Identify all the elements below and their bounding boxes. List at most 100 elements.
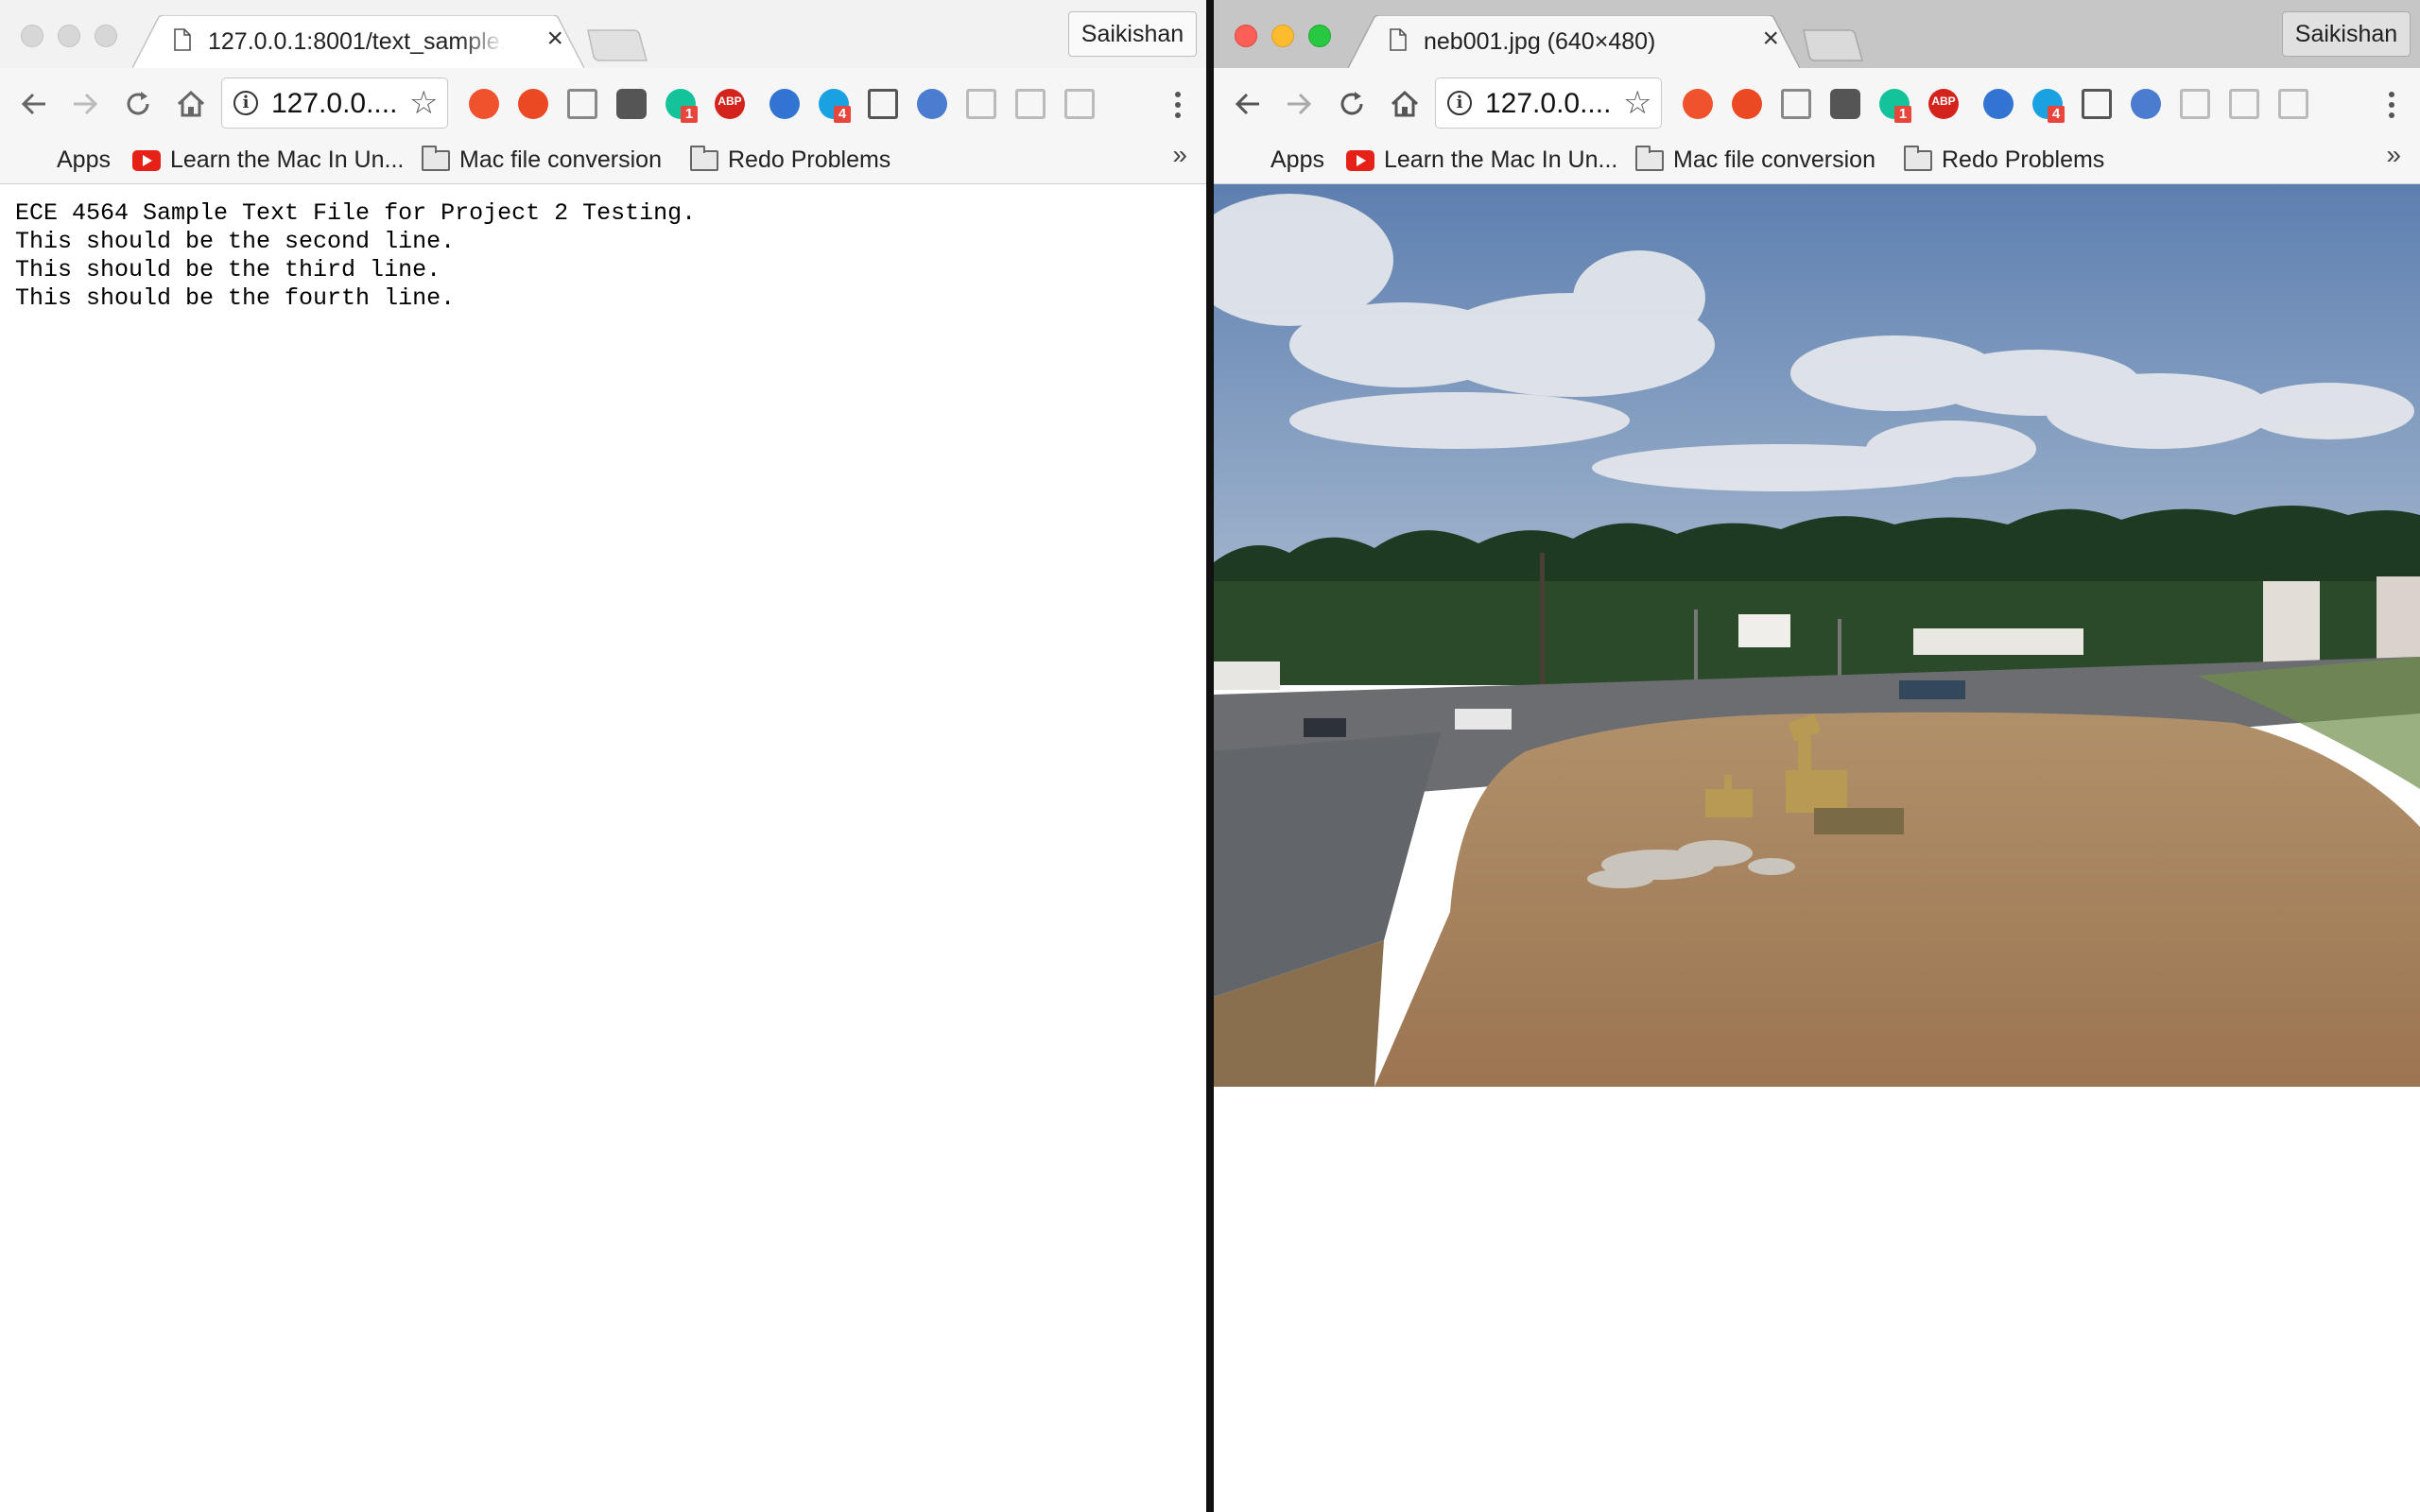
camera-icon[interactable] [966,89,996,119]
bookmark-label: Mac file conversion [1673,146,1876,173]
forward-arrow-icon[interactable] [1282,87,1316,121]
clipper-icon[interactable] [1015,89,1046,119]
close-window-button[interactable] [1235,25,1257,47]
bookmark-label: Redo Problems [728,146,891,173]
tab-manager-icon[interactable]: 4 [2032,89,2065,123]
bookmark-label: Learn the Mac In Un... [1384,146,1618,173]
globe-icon[interactable] [917,89,947,119]
text-line: This should be the fourth line. [15,284,456,312]
bookmark-folder-mac-file-conversion[interactable]: Mac file conversion [1635,142,1876,178]
close-window-button[interactable] [21,25,43,47]
adblock-plus-icon[interactable]: ABP [715,89,745,119]
bookmark-apps[interactable]: Apps [23,142,111,178]
new-tab-button[interactable] [1802,28,1864,62]
youtube-icon [1346,150,1374,172]
bookmark-star-icon[interactable]: ☆ [409,84,438,122]
back-arrow-icon[interactable] [1231,87,1265,121]
evernote-icon[interactable] [2082,89,2112,119]
delicious-icon[interactable] [769,89,800,119]
bookmark-folder-redo-problems[interactable]: Redo Problems [1904,142,2104,178]
back-arrow-icon[interactable] [17,87,51,121]
new-tab-button[interactable] [586,28,648,62]
globe-icon[interactable] [2131,89,2161,119]
tab-title: neb001.jpg (640×480) [1424,28,1656,55]
bookmarks-bar: Apps Learn the Mac In Un... Mac file con… [0,138,1206,184]
bookmark-apps[interactable]: Apps [1236,142,1324,178]
url-text: 127.0.0.... [271,88,398,119]
tab-text-sample[interactable]: 127.0.0.1:8001/text_sample.txt × [132,15,584,68]
construction-site-photo [1214,184,2420,1087]
window-controls [21,25,117,47]
bookmarks-overflow-chevron-icon[interactable]: » [2386,140,2401,170]
apps-grid-icon [23,148,47,173]
minimize-window-button[interactable] [1271,25,1294,47]
stumbleupon-icon[interactable] [518,89,548,119]
address-bar[interactable]: i 127.0.0.... ☆ [221,77,448,129]
text-line: ECE 4564 Sample Text File for Project 2 … [15,199,697,227]
window-controls [1235,25,1331,47]
bookmark-label: Learn the Mac In Un... [170,146,405,173]
gmail-checker-icon[interactable] [1781,89,1811,119]
window-divider [1206,0,1214,1512]
bookmark-label: Apps [57,146,111,173]
bookmark-learn-mac[interactable]: Learn the Mac In Un... [1346,142,1617,178]
camera-icon[interactable] [2180,89,2210,119]
page-content: ECE 4564 Sample Text File for Project 2 … [0,184,1206,1512]
folder-icon [690,146,718,172]
right-browser-window: neb001.jpg (640×480) × Saikishan i 127.0… [1214,0,2420,1512]
profile-button[interactable]: Saikishan [2282,11,2411,57]
minimize-window-button[interactable] [58,25,80,47]
tab-strip: 127.0.0.1:8001/text_sample.txt × Saikish… [0,0,1206,68]
reload-icon[interactable] [1335,87,1369,121]
delicious-icon[interactable] [1983,89,2014,119]
photo-illustration [1214,184,2420,1087]
forward-arrow-icon[interactable] [68,87,102,121]
translate-icon[interactable] [2278,89,2308,119]
tab-manager-icon[interactable]: 4 [819,89,851,123]
bookmark-learn-mac[interactable]: Learn the Mac In Un... [132,142,404,178]
toolbar: i 127.0.0.... ☆ 1 ABP 4 [1214,68,2420,138]
pocket-icon[interactable] [616,89,647,119]
tab-strip: neb001.jpg (640×480) × Saikishan [1214,0,2420,68]
tab-close-icon[interactable]: × [1762,25,1779,53]
adblock-plus-icon[interactable]: ABP [1928,89,1959,119]
tab-close-icon[interactable]: × [546,25,563,53]
gmail-checker-icon[interactable] [567,89,597,119]
speedtest-icon[interactable] [1683,89,1713,119]
folder-icon [1904,146,1932,172]
zoom-window-button[interactable] [1308,25,1331,47]
evernote-icon[interactable] [868,89,898,119]
address-bar[interactable]: i 127.0.0.... ☆ [1435,77,1662,129]
zoom-window-button[interactable] [95,25,117,47]
stumbleupon-icon[interactable] [1732,89,1762,119]
bookmark-folder-mac-file-conversion[interactable]: Mac file conversion [422,142,662,178]
pocket-icon[interactable] [1830,89,1860,119]
home-icon[interactable] [1388,87,1422,121]
translate-icon[interactable] [1064,89,1095,119]
grammarly-icon[interactable]: 1 [666,89,698,123]
page-content [1214,184,2420,1512]
speedtest-icon[interactable] [469,89,499,119]
tab-neb001-image[interactable]: neb001.jpg (640×480) × [1348,15,1800,68]
clipper-icon[interactable] [2229,89,2259,119]
bookmark-star-icon[interactable]: ☆ [1623,84,1651,122]
folder-icon [1635,146,1664,172]
home-icon[interactable] [174,87,208,121]
document-icon [174,28,191,51]
menu-icon[interactable] [1174,89,1182,121]
document-icon [1390,28,1407,51]
text-line: This should be the second line. [15,228,456,255]
apps-grid-icon [1236,148,1261,173]
info-icon[interactable]: i [233,91,258,115]
bookmarks-overflow-chevron-icon[interactable]: » [1172,140,1187,170]
menu-icon[interactable] [2388,89,2395,121]
tab-title: 127.0.0.1:8001/text_sample.txt [208,28,505,55]
left-browser-window: 127.0.0.1:8001/text_sample.txt × Saikish… [0,0,1206,1512]
info-icon[interactable]: i [1447,91,1472,115]
reload-icon[interactable] [121,87,155,121]
folder-icon [422,146,450,172]
grammarly-icon[interactable]: 1 [1879,89,1911,123]
profile-button[interactable]: Saikishan [1068,11,1197,57]
bookmark-folder-redo-problems[interactable]: Redo Problems [690,142,890,178]
text-file-content: ECE 4564 Sample Text File for Project 2 … [15,199,696,313]
